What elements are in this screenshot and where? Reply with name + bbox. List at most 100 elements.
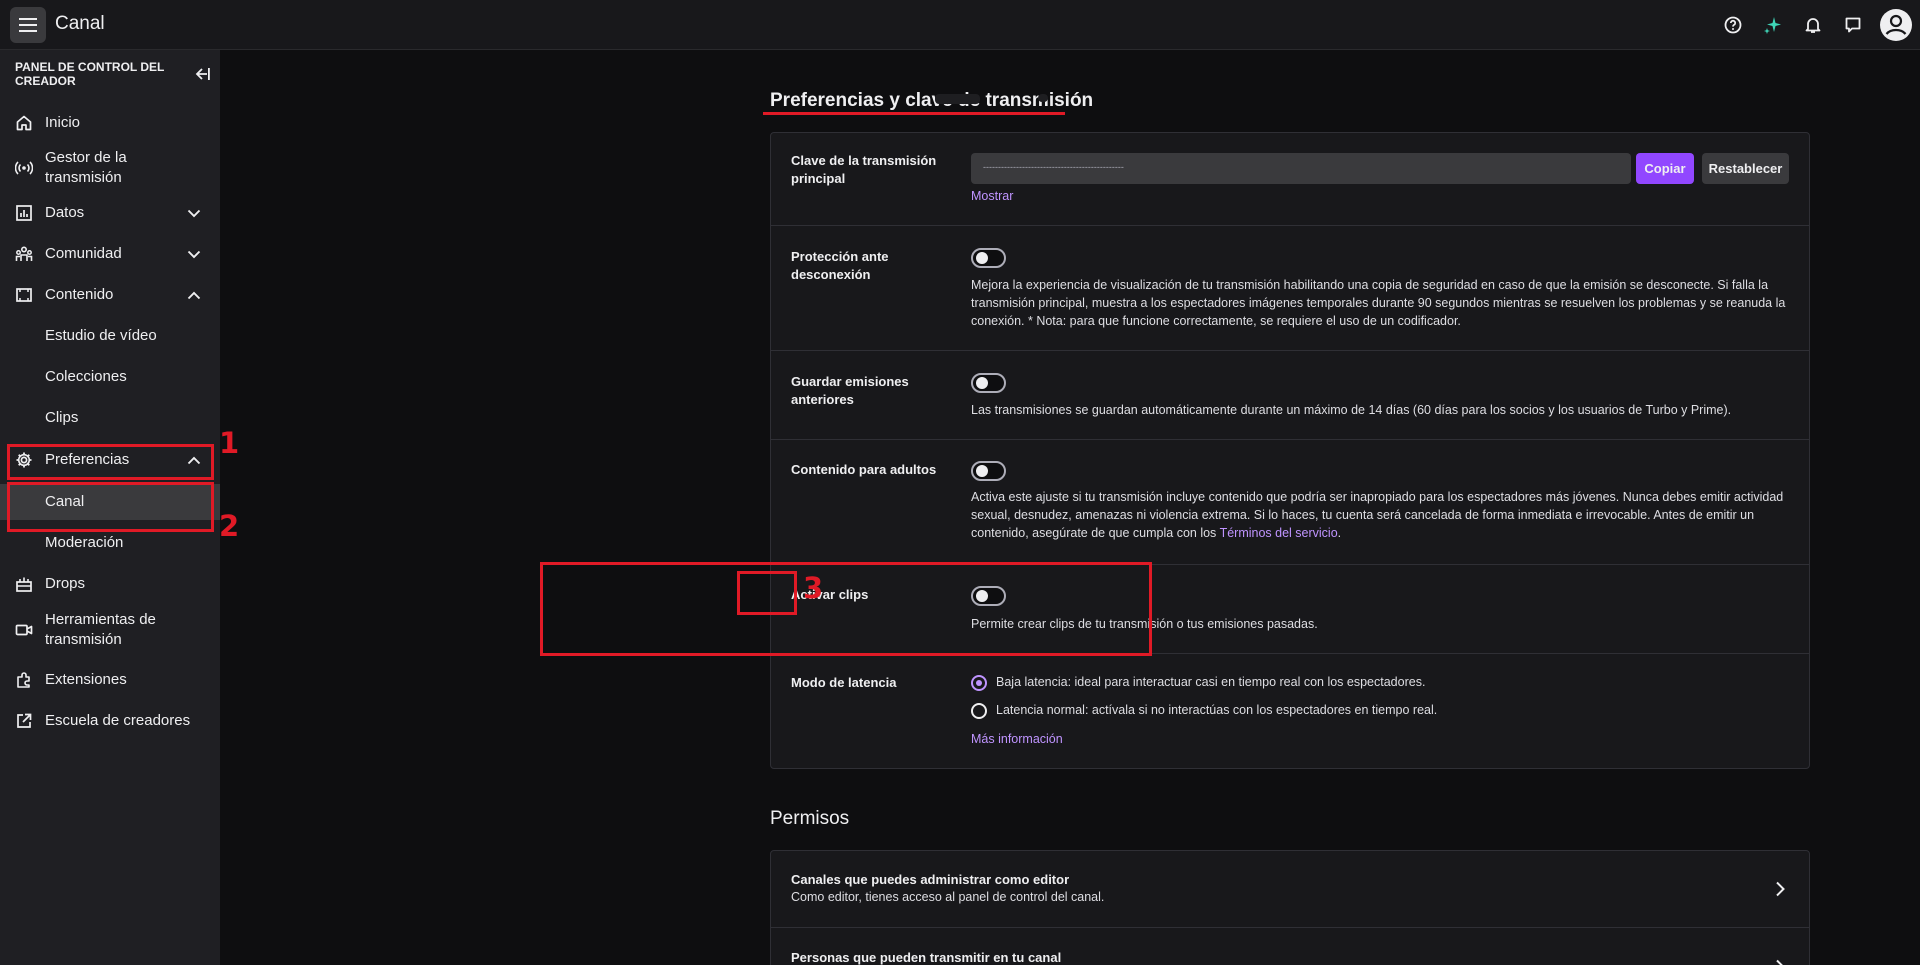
- permission-row-broadcasters[interactable]: Personas que pueden transmitir en tu can…: [771, 928, 1809, 965]
- extensions-icon: [14, 670, 34, 690]
- enable-clips-row: Activar clips Permite crear clips de tu …: [771, 565, 1809, 654]
- sidebar-item-label: Comunidad: [45, 245, 122, 262]
- store-past-toggle[interactable]: [971, 373, 1006, 393]
- sidebar-item-label: Datos: [45, 204, 85, 221]
- sidebar-item-drops[interactable]: Drops: [0, 566, 220, 602]
- top-bar: Canal: [0, 0, 1920, 50]
- permission-title: Canales que puedes administrar como edit…: [791, 872, 1070, 887]
- broadcast-icon: [14, 158, 34, 178]
- chevron-up-icon: [185, 286, 203, 304]
- stream-key-row: Clave de la transmisión principal ------…: [771, 133, 1809, 226]
- low-latency-label[interactable]: Baja latencia: ideal para interactuar ca…: [996, 675, 1425, 689]
- menu-icon: [19, 18, 37, 32]
- sparkle-icon: [1764, 17, 1781, 34]
- low-latency-radio[interactable]: [971, 675, 987, 691]
- external-link-icon: [14, 711, 34, 731]
- enable-clips-toggle[interactable]: [971, 586, 1006, 606]
- stream-key-input[interactable]: ----------------------------------------…: [971, 153, 1631, 184]
- menu-button[interactable]: [10, 7, 46, 43]
- sidebar-item-label: Preferencias: [45, 451, 130, 468]
- main-content: Preferencias y clave de transmisión Clav…: [220, 50, 1920, 965]
- chevron-down-icon: [185, 245, 203, 263]
- sidebar-item-label: Extensiones: [45, 671, 127, 688]
- help-button[interactable]: [1720, 9, 1746, 41]
- latency-label: Modo de latencia: [791, 675, 897, 690]
- sparkle-button[interactable]: [1760, 9, 1786, 41]
- blurred-area: [1038, 94, 1048, 102]
- chart-icon: [14, 203, 34, 223]
- store-past-row: Guardar emisiones anteriores Las transmi…: [771, 351, 1809, 440]
- sidebar-header: PANEL DE CONTROL DEL CREADOR: [15, 60, 165, 88]
- section-title-permisos: Permisos: [770, 808, 850, 829]
- user-avatar-icon: [1882, 11, 1910, 39]
- permission-subtitle: Como editor, tienes acceso al panel de c…: [791, 890, 1105, 904]
- home-icon: [14, 113, 34, 133]
- latency-row: Modo de latencia Baja latencia: ideal pa…: [771, 654, 1809, 768]
- sidebar-item-preferencias[interactable]: Preferencias: [0, 442, 220, 478]
- sidebar-item-label: Estudio de vídeo: [45, 327, 157, 344]
- annotation-number-3: 3: [803, 571, 824, 605]
- community-icon: [14, 244, 34, 264]
- terms-of-service-link[interactable]: Términos del servicio: [1220, 526, 1338, 540]
- chevron-up-icon: [185, 451, 203, 469]
- mature-content-text: Activa este ajuste si tu transmisión inc…: [971, 490, 1784, 540]
- permission-title: Personas que pueden transmitir en tu can…: [791, 950, 1062, 965]
- sidebar-item-comunidad[interactable]: Comunidad: [0, 236, 220, 272]
- camera-icon: [14, 620, 34, 640]
- sidebar-item-contenido[interactable]: Contenido: [0, 277, 220, 313]
- sidebar-item-label: Contenido: [45, 286, 114, 303]
- mature-content-row: Contenido para adultos Activa este ajust…: [771, 440, 1809, 565]
- disconnect-protection-row: Protección ante desconexión Mejora la ex…: [771, 226, 1809, 351]
- copy-button[interactable]: Copiar: [1636, 153, 1694, 184]
- collapse-icon: [195, 68, 210, 80]
- sidebar-item-label: Escuela de creadores: [45, 712, 191, 729]
- show-key-link[interactable]: Mostrar: [971, 189, 1013, 203]
- more-info-link[interactable]: Más información: [971, 732, 1063, 746]
- sidebar-item-moderacion[interactable]: Moderación: [0, 525, 220, 561]
- enable-clips-description: Permite crear clips de tu transmisión o …: [971, 617, 1318, 631]
- collapse-sidebar-button[interactable]: [192, 64, 212, 84]
- permission-row-editor[interactable]: Canales que puedes administrar como edit…: [771, 851, 1809, 928]
- sidebar-item-label: Clips: [45, 409, 79, 426]
- sidebar-item-label: Drops: [45, 575, 86, 592]
- toggle-knob: [976, 590, 988, 602]
- mature-content-toggle[interactable]: [971, 461, 1006, 481]
- sidebar: PANEL DE CONTROL DEL CREADOR Inicio Gest…: [0, 50, 220, 965]
- preferences-card: Clave de la transmisión principal ------…: [770, 132, 1810, 769]
- sidebar-item-label: Moderación: [45, 534, 124, 551]
- whisper-icon: [1845, 17, 1861, 33]
- sidebar-item-gestor[interactable]: Gestor de la transmisión: [0, 142, 220, 194]
- sidebar-item-herramientas[interactable]: Herramientas de transmisión: [0, 604, 220, 656]
- notifications-button[interactable]: [1800, 9, 1826, 41]
- toggle-knob: [976, 252, 988, 264]
- help-icon: [1724, 16, 1742, 34]
- sidebar-item-escuela-de-creadores[interactable]: Escuela de creadores: [0, 703, 220, 739]
- whispers-button[interactable]: [1840, 9, 1866, 41]
- sidebar-item-label: Colecciones: [45, 368, 127, 385]
- chevron-right-icon: [1776, 959, 1783, 965]
- sidebar-item-extensiones[interactable]: Extensiones: [0, 662, 220, 698]
- disconnect-protection-label: Protección ante desconexión: [791, 249, 889, 282]
- chevron-down-icon: [185, 204, 203, 222]
- store-past-description: Las transmisiones se guardan automáticam…: [971, 403, 1732, 417]
- stream-key-label: Clave de la transmisión principal: [791, 153, 937, 186]
- sidebar-item-inicio[interactable]: Inicio: [0, 105, 220, 141]
- disconnect-protection-toggle[interactable]: [971, 248, 1006, 268]
- normal-latency-radio[interactable]: [971, 703, 987, 719]
- sidebar-item-datos[interactable]: Datos: [0, 195, 220, 231]
- mature-content-description: Activa este ajuste si tu transmisión inc…: [971, 488, 1791, 542]
- reset-button[interactable]: Restablecer: [1702, 153, 1789, 184]
- sidebar-item-label: Gestor de la transmisión: [45, 149, 127, 186]
- normal-latency-label[interactable]: Latencia normal: actívala si no interact…: [996, 703, 1437, 717]
- page-title: Canal: [55, 13, 105, 34]
- sidebar-item-colecciones[interactable]: Colecciones: [0, 359, 220, 395]
- sidebar-item-label: Canal: [45, 493, 85, 510]
- store-past-label: Guardar emisiones anteriores: [791, 374, 909, 407]
- annotation-underline: [763, 112, 1065, 115]
- sidebar-item-canal[interactable]: Canal: [0, 484, 220, 520]
- sidebar-item-clips[interactable]: Clips: [0, 400, 220, 436]
- sidebar-item-estudio-de-video[interactable]: Estudio de vídeo: [0, 318, 220, 354]
- gear-icon: [14, 450, 34, 470]
- sidebar-item-label: Herramientas de transmisión: [45, 611, 156, 648]
- user-avatar[interactable]: [1880, 9, 1912, 41]
